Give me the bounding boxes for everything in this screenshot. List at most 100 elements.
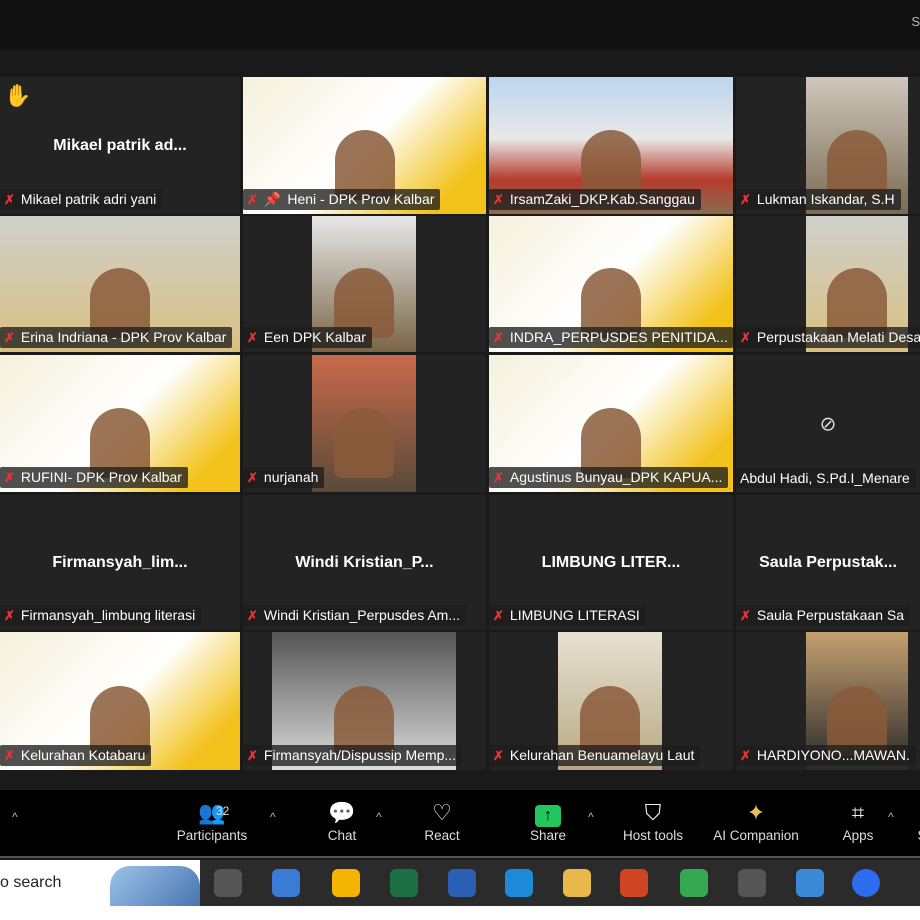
participant-video xyxy=(334,408,394,478)
muted-mic-icon: ✗ xyxy=(247,470,258,485)
taskbar-app-edge-icon[interactable] xyxy=(505,869,533,897)
zoom-meeting-window: S ✋ Mikael patrik ad... ✗ Mikael patrik adr… xyxy=(0,0,920,860)
participant-name: Perpustakaan Melati Desa xyxy=(756,329,920,345)
participant-tile[interactable]: ✗ Perpustakaan Melati Desa xyxy=(736,216,920,352)
title-partial: S xyxy=(911,14,920,29)
pin-icon: 📌 xyxy=(263,191,282,207)
participant-name: Firmansyah/Dispussip Memp... xyxy=(263,747,457,763)
muted-mic-icon: ✗ xyxy=(247,748,258,763)
participant-tile[interactable]: ✗ 📌 Heni - DPK Prov Kalbar xyxy=(243,77,486,214)
participant-name: Firmansyah_limbung literasi xyxy=(20,607,196,623)
participant-tile[interactable]: LIMBUNG LITER... ✗ LIMBUNG LITERASI xyxy=(489,495,733,630)
search-placeholder: o search xyxy=(0,874,62,891)
host-tools-button[interactable]: ⛉ Host tools xyxy=(620,800,686,843)
more-button-partial[interactable]: S xyxy=(912,828,920,843)
participant-display-name: Saula Perpustak... xyxy=(759,553,897,571)
muted-mic-icon: ✗ xyxy=(4,192,15,207)
caret-up-icon[interactable]: ^ xyxy=(12,810,18,824)
participant-tile[interactable]: ✗ IrsamZaki_DKP.Kab.Sanggau xyxy=(489,77,733,214)
share-button[interactable]: ↑ Share xyxy=(526,800,570,843)
participant-tile[interactable]: ✋ Mikael patrik ad... ✗ Mikael patrik adri … xyxy=(0,77,240,214)
muted-mic-icon: ✗ xyxy=(493,470,504,485)
apps-icon: ⌗ xyxy=(851,800,865,825)
muted-mic-icon: ✗ xyxy=(247,330,258,345)
muted-mic-icon: ✗ xyxy=(493,330,504,345)
taskbar-app-photos-icon[interactable] xyxy=(796,869,824,897)
participant-name: INDRA_PERPUSDES PENITIDA... xyxy=(509,329,728,345)
participant-name: Kelurahan Kotabaru xyxy=(20,747,146,763)
participant-name-label: ✗ RUFINI- DPK Prov Kalbar xyxy=(0,467,188,488)
participants-button[interactable]: 👥 32 Participants xyxy=(172,800,252,843)
participant-display-name: Firmansyah_lim... xyxy=(52,553,188,571)
sparkle-icon: ✦ xyxy=(746,800,766,825)
muted-mic-icon: ✗ xyxy=(4,470,15,485)
participant-tile[interactable]: ⊘ Abdul Hadi, S.Pd.I_Menare xyxy=(736,355,920,492)
participant-name-label: ✗ Firmansyah_limbung literasi xyxy=(0,605,202,626)
participant-name-label: ✗ Een DPK Kalbar xyxy=(243,327,372,348)
taskbar-app-audio-app-icon[interactable] xyxy=(738,869,766,897)
participant-name-label: ✗ INDRA_PERPUSDES PENITIDA... xyxy=(489,327,733,348)
participants-caret-icon[interactable]: ^ xyxy=(270,810,276,824)
participant-display-name: Mikael patrik ad... xyxy=(53,136,187,154)
taskbar-app-word-icon[interactable] xyxy=(448,869,476,897)
participant-name: Saula Perpustakaan Sa xyxy=(756,607,905,623)
participant-name: nurjanah xyxy=(263,469,319,485)
participant-tile[interactable]: Firmansyah_lim... ✗ Firmansyah_limbung lit… xyxy=(0,495,240,630)
host-tools-label: Host tools xyxy=(622,828,684,843)
participant-tile[interactable]: ✗ Firmansyah/Dispussip Memp... xyxy=(243,632,486,770)
participant-name-label: ✗ Kelurahan Kotabaru xyxy=(0,745,152,766)
chat-button[interactable]: 💬 Chat xyxy=(320,800,364,843)
participant-tile[interactable]: ✗ INDRA_PERPUSDES PENITIDA... xyxy=(489,216,733,352)
apps-caret-icon[interactable]: ^ xyxy=(888,810,894,824)
participant-name-label: ✗ Firmansyah/Dispussip Memp... xyxy=(243,745,463,766)
participant-tile[interactable]: Saula Perpustak... ✗ Saula Perpustakaan Sa xyxy=(736,495,920,630)
chat-label: Chat xyxy=(327,828,357,843)
participant-name: HARDIYONO...MAWAN. xyxy=(756,747,910,763)
taskbar-app-chrome-icon[interactable] xyxy=(680,869,708,897)
participant-tile[interactable]: ✗ RUFINI- DPK Prov Kalbar xyxy=(0,355,240,492)
taskbar-app-task-view-icon[interactable] xyxy=(214,869,242,897)
muted-mic-icon: ✗ xyxy=(740,608,751,623)
shield-icon: ⛉ xyxy=(644,800,662,825)
participant-tile[interactable]: ✗ Erina Indriana - DPK Prov Kalbar xyxy=(0,216,240,352)
camera-off-icon: ⊘ xyxy=(819,413,837,435)
taskbar-app-microsoft-store-icon[interactable] xyxy=(272,869,300,897)
react-button[interactable]: ♡ React xyxy=(420,800,464,843)
taskbar-app-file-explorer-icon[interactable] xyxy=(563,869,591,897)
participant-tile[interactable]: ✗ Agustinus Bunyau_DPK KAPUA... xyxy=(489,355,733,492)
participant-name-label: ✗ 📌 Heni - DPK Prov Kalbar xyxy=(243,189,441,210)
participant-name: Agustinus Bunyau_DPK KAPUA... xyxy=(509,469,723,485)
raised-hand-icon: ✋ xyxy=(4,83,32,108)
taskbar-app-powerpoint-icon[interactable] xyxy=(620,869,648,897)
title-bar: S xyxy=(0,0,920,50)
chat-caret-icon[interactable]: ^ xyxy=(376,810,382,824)
participant-name-label: ✗ Windi Kristian_Perpusdes Am... xyxy=(243,605,466,626)
participant-name: LIMBUNG LITERASI xyxy=(509,607,640,623)
participant-tile[interactable]: ✗ Lukman Iskandar, S.H xyxy=(736,77,920,214)
participant-name-label: ✗ Mikael patrik adri yani xyxy=(0,189,163,210)
muted-mic-icon: ✗ xyxy=(740,748,751,763)
muted-mic-icon: ✗ xyxy=(493,192,504,207)
muted-mic-icon: ✗ xyxy=(4,748,15,763)
participant-tile[interactable]: ✗ HARDIYONO...MAWAN. xyxy=(736,632,920,770)
muted-mic-icon: ✗ xyxy=(247,608,258,623)
taskbar-search[interactable]: o search xyxy=(0,860,200,906)
taskbar-app-google-drive-icon[interactable] xyxy=(332,869,360,897)
heart-icon: ♡ xyxy=(432,800,452,825)
share-caret-icon[interactable]: ^ xyxy=(588,810,594,824)
taskbar-app-excel-icon[interactable] xyxy=(390,869,418,897)
participant-tile[interactable]: ✗ nurjanah xyxy=(243,355,486,492)
participant-tile[interactable]: Windi Kristian_P... ✗ Windi Kristian_Perpu… xyxy=(243,495,486,630)
participant-tile[interactable]: ✗ Een DPK Kalbar xyxy=(243,216,486,352)
participant-name: Mikael patrik adri yani xyxy=(20,191,157,207)
participant-display-name: LIMBUNG LITER... xyxy=(541,553,681,571)
taskbar-app-zoom-icon[interactable] xyxy=(852,869,880,897)
share-label: Share xyxy=(529,828,567,843)
muted-mic-icon: ✗ xyxy=(740,192,751,207)
apps-button[interactable]: ⌗ Apps xyxy=(838,800,878,843)
muted-mic-icon: ✗ xyxy=(4,608,15,623)
participant-name-label: ✗ Lukman Iskandar, S.H xyxy=(736,189,901,210)
participant-tile[interactable]: ✗ Kelurahan Benuamelayu Laut xyxy=(489,632,733,770)
participant-tile[interactable]: ✗ Kelurahan Kotabaru xyxy=(0,632,240,770)
ai-companion-button[interactable]: ✦ AI Companion xyxy=(708,800,804,843)
